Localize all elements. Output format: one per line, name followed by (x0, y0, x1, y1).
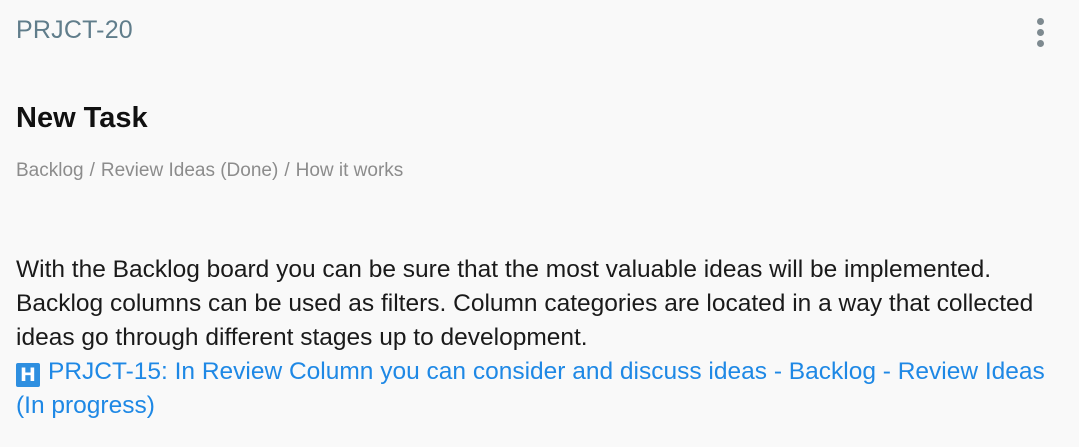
breadcrumb-item-group[interactable]: How it works (296, 160, 404, 181)
breadcrumb-separator: / (284, 160, 290, 181)
linked-task-link[interactable]: H PRJCT-15: In Review Column you can cons… (16, 358, 1045, 419)
task-id-link[interactable]: PRJCT-20 (16, 16, 133, 45)
linked-task-label: PRJCT-15: In Review Column you can consi… (16, 358, 1045, 419)
task-card: PRJCT-20 New Task Backlog / Review Ideas (… (0, 0, 1079, 447)
breadcrumb: Backlog / Review Ideas (Done) / How it works (16, 160, 403, 182)
breadcrumb-item-board[interactable]: Backlog (16, 160, 84, 181)
task-description[interactable]: With the Backlog board you can be sure t… (16, 253, 1071, 423)
description-text: With the Backlog board you can be sure t… (16, 256, 1034, 351)
menu-dot (1036, 17, 1044, 25)
h-badge-icon: H (16, 363, 40, 387)
more-vertical-icon[interactable] (1028, 14, 1052, 50)
task-title[interactable]: New Task (16, 102, 148, 135)
menu-dot (1036, 28, 1044, 36)
menu-dot (1036, 39, 1044, 47)
breadcrumb-item-column[interactable]: Review Ideas (Done) (101, 160, 278, 181)
breadcrumb-separator: / (89, 160, 95, 181)
